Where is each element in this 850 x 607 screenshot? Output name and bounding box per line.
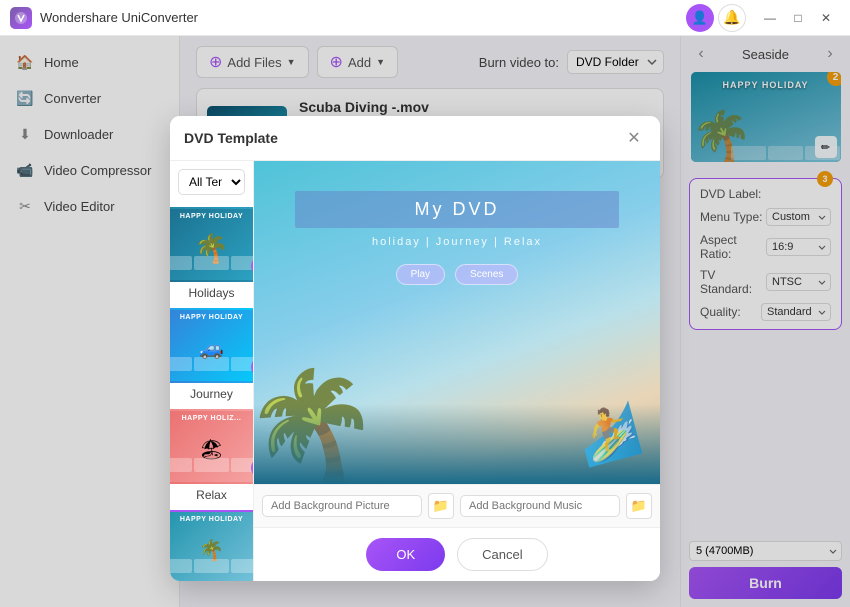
modal-overlay: DVD Template ✕ All Templates(36) HAPPY H… — [0, 36, 850, 607]
thumb-art-journey: HAPPY HOLIDAY 🚙 — [170, 310, 254, 381]
template-item-journey[interactable]: HAPPY HOLIDAY 🚙 ⬇ Journey — [170, 304, 253, 405]
template-thumb-journey: HAPPY HOLIDAY 🚙 ⬇ — [170, 308, 254, 383]
preview-scenes-button[interactable]: Scenes — [455, 264, 518, 285]
minimize-button[interactable]: — — [756, 7, 784, 29]
add-background-music-input[interactable] — [460, 495, 620, 517]
template-name-holidays: Holidays — [188, 286, 234, 300]
strips-3 — [170, 458, 254, 472]
strip-h2 — [194, 256, 229, 270]
strip-h1 — [170, 256, 192, 270]
titlebar: Wondershare UniConverter 👤 🔔 — □ ✕ — [0, 0, 850, 36]
modal-close-button[interactable]: ✕ — [622, 126, 646, 150]
thumb-holiday-text-4: HAPPY HOLIDAY — [170, 516, 254, 523]
app-title: Wondershare UniConverter — [40, 10, 686, 25]
strip-j2 — [194, 357, 229, 371]
preview-background: My DVD holiday | Journey | Relax Play Sc… — [254, 161, 660, 484]
preview-dvd-subtitle: holiday | Journey | Relax — [372, 236, 542, 248]
thumb-holiday-text-2: HAPPY HOLIDAY — [170, 314, 254, 321]
dvd-template-modal: DVD Template ✕ All Templates(36) HAPPY H… — [170, 116, 660, 581]
thumb-art-seaside: HAPPY HOLIDAY 🌴 — [170, 512, 254, 581]
user-button[interactable]: 👤 — [686, 4, 714, 32]
strips-4 — [170, 559, 254, 573]
cancel-button[interactable]: Cancel — [457, 538, 547, 571]
template-thumb-holidays: HAPPY HOLIDAY 🌴 ⬇ — [170, 207, 254, 282]
strip-r2 — [194, 458, 229, 472]
strip-s1 — [170, 559, 192, 573]
thumb-art-relax: HAPPY HOLIZ... 🏖 — [170, 411, 254, 482]
strips-1 — [170, 256, 254, 270]
maximize-button[interactable]: □ — [784, 7, 812, 29]
template-thumb-relax: HAPPY HOLIZ... 🏖 ⬇ — [170, 409, 254, 484]
template-name-journey: Journey — [190, 387, 233, 401]
preview-actions: OK Cancel — [254, 527, 660, 581]
template-item-holidays[interactable]: HAPPY HOLIDAY 🌴 ⬇ Holidays — [170, 203, 253, 304]
strip-j1 — [170, 357, 192, 371]
template-name-relax: Relax — [196, 488, 227, 502]
preview-footer: 📁 📁 — [254, 484, 660, 527]
notification-button[interactable]: 🔔 — [718, 4, 746, 32]
template-filter: All Templates(36) — [178, 169, 245, 195]
template-filter-select[interactable]: All Templates(36) — [178, 169, 245, 195]
template-item-relax[interactable]: HAPPY HOLIZ... 🏖 ⬇ Relax — [170, 405, 253, 506]
preview-main: My DVD holiday | Journey | Relax Play Sc… — [254, 161, 660, 484]
preview-dvd-buttons: Play Scenes — [396, 264, 519, 285]
strip-s2 — [194, 559, 229, 573]
strip-r1 — [170, 458, 192, 472]
template-thumb-seaside: HAPPY HOLIDAY 🌴 — [170, 510, 254, 581]
modal-title: DVD Template — [184, 130, 278, 146]
add-background-picture-input[interactable] — [262, 495, 422, 517]
thumb-holiday-text-3: HAPPY HOLIZ... — [170, 415, 254, 422]
close-button[interactable]: ✕ — [812, 7, 840, 29]
bg-picture-folder-button[interactable]: 📁 — [428, 493, 454, 519]
preview-play-button[interactable]: Play — [396, 264, 445, 285]
strip-s3 — [231, 559, 254, 573]
template-sidebar: All Templates(36) HAPPY HOLIDAY 🌴 — [170, 161, 254, 581]
app-logo — [10, 7, 32, 29]
template-item-seaside[interactable]: HAPPY HOLIDAY 🌴 Seaside — [170, 506, 253, 581]
bg-music-folder-button[interactable]: 📁 — [626, 493, 652, 519]
template-preview: My DVD holiday | Journey | Relax Play Sc… — [254, 161, 660, 581]
thumb-holiday-text-1: HAPPY HOLIDAY — [170, 213, 254, 220]
modal-header: DVD Template ✕ — [170, 116, 660, 161]
ok-button[interactable]: OK — [366, 538, 445, 571]
thumb-art-holidays: HAPPY HOLIDAY 🌴 — [170, 209, 254, 280]
preview-dvd-title: My DVD — [295, 191, 620, 228]
strips-2 — [170, 357, 254, 371]
modal-body: All Templates(36) HAPPY HOLIDAY 🌴 — [170, 161, 660, 581]
